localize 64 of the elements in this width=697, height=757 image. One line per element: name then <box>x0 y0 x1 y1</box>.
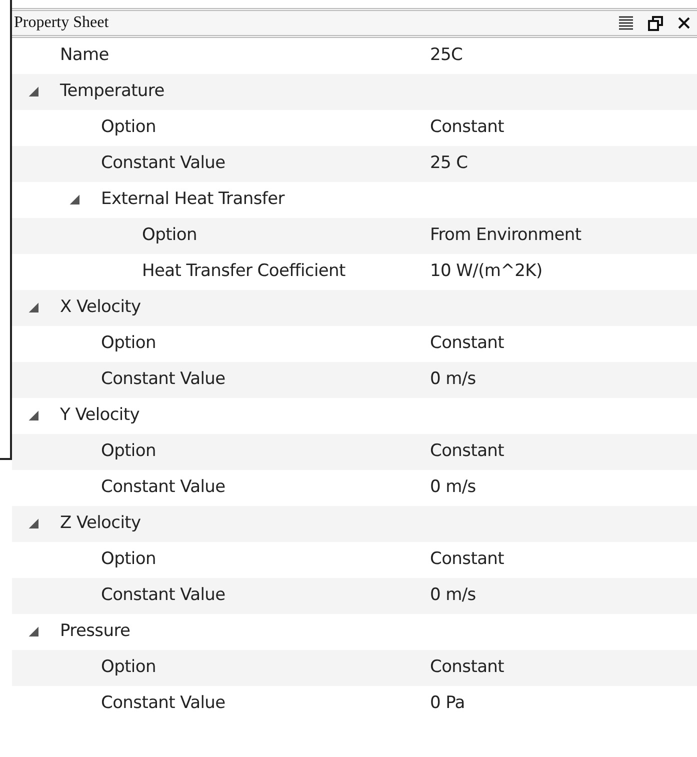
property-row[interactable]: Option Constant <box>12 542 697 578</box>
property-row[interactable]: Constant Value 0 m/s <box>12 362 697 398</box>
expanded-triangle-icon[interactable] <box>69 194 81 206</box>
property-row[interactable]: Constant Value 0 Pa <box>12 686 697 722</box>
property-row[interactable]: Y Velocity <box>12 398 697 434</box>
property-name: Constant Value <box>101 692 226 716</box>
property-value: 0 m/s <box>430 584 476 608</box>
property-row[interactable]: Option Constant <box>12 650 697 686</box>
property-name: Option <box>101 548 156 572</box>
group-label: Y Velocity <box>60 404 140 428</box>
property-value: 0 Pa <box>430 692 465 716</box>
property-value: 0 m/s <box>430 476 476 500</box>
property-value: 25C <box>430 44 463 68</box>
property-name: Option <box>101 440 156 464</box>
property-row[interactable]: Z Velocity <box>12 506 697 542</box>
property-name: Name <box>60 44 109 68</box>
expanded-triangle-icon[interactable] <box>28 86 40 98</box>
property-name: Option <box>101 332 156 356</box>
property-row[interactable]: Constant Value 0 m/s <box>12 578 697 614</box>
group-label: Temperature <box>60 80 164 104</box>
property-name: Constant Value <box>101 152 226 176</box>
float-window-icon <box>648 16 663 30</box>
property-value: Constant <box>430 332 504 356</box>
expanded-triangle-icon[interactable] <box>28 518 40 530</box>
property-row[interactable]: Option Constant <box>12 110 697 146</box>
property-row[interactable]: Temperature <box>12 74 697 110</box>
property-row[interactable]: Constant Value 0 m/s <box>12 470 697 506</box>
property-value: 10 W/(m^2K) <box>430 260 542 284</box>
property-row[interactable]: Name 25C <box>12 38 697 74</box>
property-value: Constant <box>430 548 504 572</box>
property-name: Constant Value <box>101 368 226 392</box>
expanded-triangle-icon[interactable] <box>28 302 40 314</box>
property-row[interactable]: X Velocity <box>12 290 697 326</box>
expanded-triangle-icon[interactable] <box>28 626 40 638</box>
property-row[interactable]: Option Constant <box>12 326 697 362</box>
group-label: Z Velocity <box>60 512 141 536</box>
float-button[interactable] <box>648 16 663 30</box>
group-label: X Velocity <box>60 296 141 320</box>
menu-button[interactable] <box>618 15 634 31</box>
property-name: Constant Value <box>101 584 226 608</box>
property-value: Constant <box>430 656 504 680</box>
property-row[interactable]: Constant Value 25 C <box>12 146 697 182</box>
property-row[interactable]: External Heat Transfer <box>12 182 697 218</box>
expanded-triangle-icon[interactable] <box>28 410 40 422</box>
panel-title: Property Sheet <box>14 13 109 33</box>
property-value: Constant <box>430 440 504 464</box>
property-name: Option <box>142 224 197 248</box>
property-row[interactable]: Pressure <box>12 614 697 650</box>
close-icon <box>677 16 691 30</box>
property-value: Constant <box>430 116 504 140</box>
property-name: Option <box>101 656 156 680</box>
property-value: From Environment <box>430 224 582 248</box>
property-value: 0 m/s <box>430 368 476 392</box>
property-name: Constant Value <box>101 476 226 500</box>
close-button[interactable] <box>677 16 691 30</box>
property-value: 25 C <box>430 152 468 176</box>
property-row[interactable]: Heat Transfer Coefficient 10 W/(m^2K) <box>12 254 697 290</box>
menu-icon <box>618 15 634 31</box>
property-name: Option <box>101 116 156 140</box>
group-label: Pressure <box>60 620 130 644</box>
property-row[interactable]: Option Constant <box>12 434 697 470</box>
group-label: External Heat Transfer <box>101 188 284 212</box>
property-row[interactable]: Option From Environment <box>12 218 697 254</box>
property-name: Heat Transfer Coefficient <box>142 260 346 284</box>
